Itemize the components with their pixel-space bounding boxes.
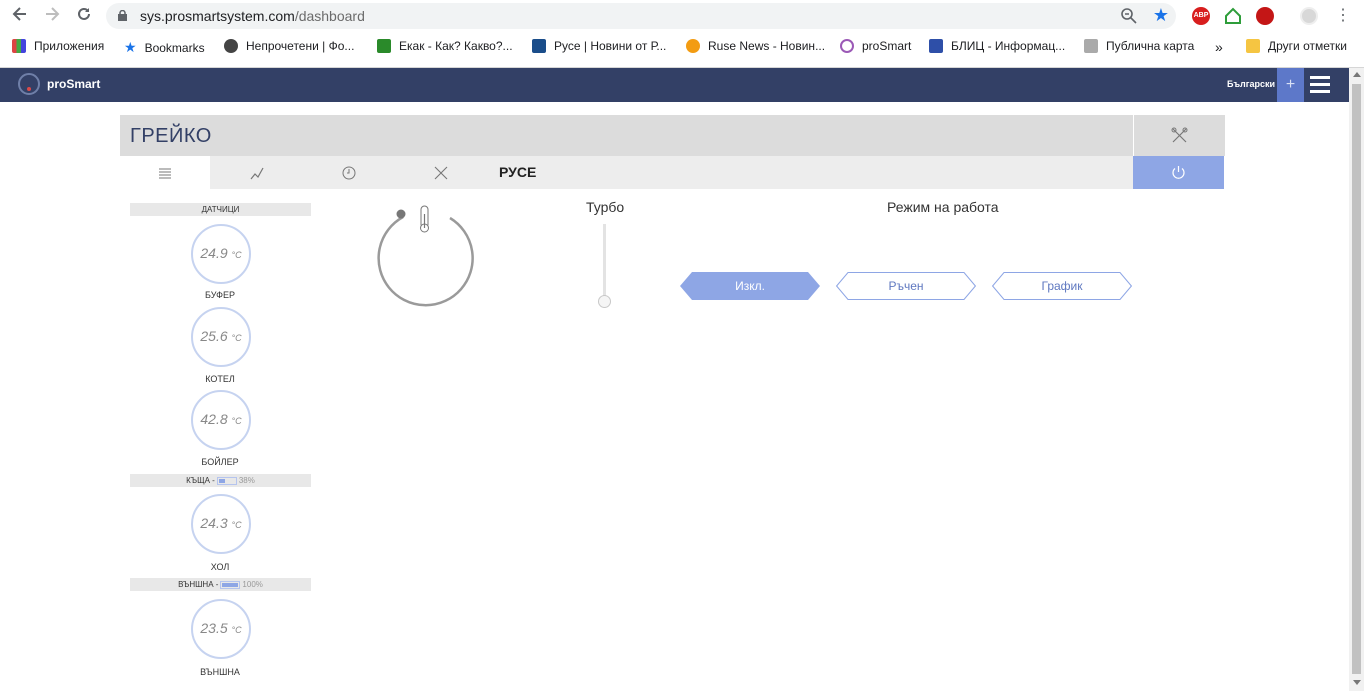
map-icon xyxy=(1084,39,1098,53)
turbo-label: Турбо xyxy=(586,199,625,215)
apps-grid-icon xyxy=(12,39,26,53)
tab-chart[interactable] xyxy=(212,156,302,189)
bookmark-other[interactable]: Други отметки xyxy=(1246,39,1347,53)
sensor-buffer[interactable]: 24.9 °C xyxy=(191,224,251,284)
device-title: ГРЕЙКО xyxy=(130,125,212,147)
bookmark-public-map[interactable]: Публична карта xyxy=(1084,39,1194,53)
sensor-outdoor-label: ВЪНШНА xyxy=(200,667,240,677)
forward-icon[interactable] xyxy=(40,5,64,27)
home-ext-icon[interactable] xyxy=(1224,7,1242,25)
sensor-boiler-value: 25.6 °C xyxy=(200,328,242,344)
device-tabs: РУСЕ xyxy=(120,156,1133,189)
more-icon: » xyxy=(1215,39,1223,55)
bookmark-blic[interactable]: БЛИЦ - Информац... xyxy=(929,39,1065,53)
battery-icon xyxy=(216,476,237,485)
clock-icon xyxy=(342,166,356,180)
mode-label: Режим на работа xyxy=(887,199,999,215)
list-icon xyxy=(159,168,171,179)
power-icon xyxy=(1172,166,1185,179)
device-settings-button[interactable] xyxy=(1134,115,1225,156)
hamburger-menu-icon[interactable] xyxy=(1310,76,1330,94)
tools-icon xyxy=(1171,127,1188,143)
prosmart-icon xyxy=(840,39,854,53)
app-header: proSmart Български + xyxy=(0,68,1349,102)
browser-toolbar: sys.prosmartsystem.com/dashboard ★ ABP ⋮ xyxy=(0,0,1364,33)
house-section-header: КЪЩА -38% xyxy=(130,474,311,487)
tab-tools[interactable] xyxy=(396,156,486,189)
sensor-buffer-value: 24.9 °C xyxy=(200,245,242,261)
site-d-icon xyxy=(532,39,546,53)
folder-icon xyxy=(1246,39,1260,53)
bookmark-ruse-news[interactable]: Ruse News - Новин... xyxy=(686,39,825,53)
add-button[interactable]: + xyxy=(1277,68,1304,102)
browser-menu-icon[interactable]: ⋮ xyxy=(1331,5,1355,27)
sensor-living-room-value: 24.3 °C xyxy=(200,515,242,531)
bookmark-unread[interactable]: Непрочетени | Фо... xyxy=(224,39,354,53)
turbo-slider-knob[interactable] xyxy=(598,295,611,308)
refresh-site-icon xyxy=(686,39,700,53)
power-button[interactable] xyxy=(1133,156,1224,189)
reload-icon[interactable] xyxy=(72,5,96,27)
sensors-section-header: ДАТЧИЦИ xyxy=(130,203,311,216)
tools-icon xyxy=(434,166,448,180)
site-icon xyxy=(377,39,391,53)
dial-handle[interactable] xyxy=(396,209,406,219)
chart-icon xyxy=(250,167,264,180)
tab-clock[interactable] xyxy=(304,156,394,189)
sensor-outdoor[interactable]: 23.5 °C xyxy=(191,599,251,659)
profile-avatar-icon[interactable] xyxy=(1300,7,1318,25)
device-location: РУСЕ xyxy=(499,164,537,180)
sensor-outdoor-value: 23.5 °C xyxy=(200,620,242,636)
outdoor-section-header: ВЪНШНА -100% xyxy=(130,578,311,591)
adblock-icon[interactable]: ABP xyxy=(1192,7,1210,25)
turbo-slider-track[interactable] xyxy=(603,224,606,300)
sensor-water-heater-value: 42.8 °C xyxy=(200,411,242,427)
mode-manual-button[interactable]: Ръчен xyxy=(836,272,976,300)
lock-icon xyxy=(118,10,127,21)
mode-off-button[interactable]: Изкл. xyxy=(680,272,820,300)
app-logo-text[interactable]: proSmart xyxy=(47,77,100,91)
bookmark-ruse[interactable]: Русе | Новини от Р... xyxy=(532,39,666,53)
mode-schedule-button[interactable]: График xyxy=(992,272,1132,300)
prosmart-logo-icon[interactable] xyxy=(18,73,40,95)
sensor-living-room-label: ХОЛ xyxy=(210,562,230,572)
back-icon[interactable] xyxy=(8,5,32,27)
bookmark-prosmart[interactable]: proSmart xyxy=(840,39,911,53)
globe-icon xyxy=(224,39,238,53)
url-text: sys.prosmartsystem.com/dashboard xyxy=(140,8,365,24)
star-icon: ★ xyxy=(124,39,137,55)
bookmarks-more[interactable]: » xyxy=(1215,39,1223,55)
tab-list[interactable] xyxy=(120,156,210,189)
thermostat-dial[interactable] xyxy=(372,204,476,308)
blic-icon xyxy=(929,39,943,53)
page-scrollbar[interactable] xyxy=(1349,68,1364,691)
zoom-icon[interactable] xyxy=(1120,7,1138,25)
bookmark-ekak[interactable]: Екак - Как? Какво?... xyxy=(377,39,513,53)
browser-chrome: sys.prosmartsystem.com/dashboard ★ ABP ⋮… xyxy=(0,0,1364,68)
sensor-boiler-label: КОТЕЛ xyxy=(205,374,235,384)
bookmarks-bar: Приложения ★ Bookmarks Непрочетени | Фо.… xyxy=(0,35,1364,61)
sensor-living-room[interactable]: 24.3 °C xyxy=(191,494,251,554)
address-bar[interactable]: sys.prosmartsystem.com/dashboard ★ xyxy=(106,3,1176,29)
scroll-thumb[interactable] xyxy=(1352,84,1361,674)
ublock-icon[interactable] xyxy=(1256,7,1274,25)
sensor-boiler[interactable]: 25.6 °C xyxy=(191,307,251,367)
device-title-bar: ГРЕЙКО xyxy=(120,115,1133,156)
sensor-water-heater[interactable]: 42.8 °C xyxy=(191,390,251,450)
scroll-down-arrow-icon[interactable] xyxy=(1353,680,1361,685)
sensor-buffer-label: БУФЕР xyxy=(205,290,235,300)
bookmark-star-icon[interactable]: ★ xyxy=(1153,5,1169,26)
battery-icon xyxy=(220,580,241,589)
sensor-water-heater-label: БОЙЛЕР xyxy=(201,457,239,467)
bookmark-apps[interactable]: Приложения xyxy=(12,39,104,53)
bookmark-bookmarks[interactable]: ★ Bookmarks xyxy=(124,39,205,56)
language-selector[interactable]: Български xyxy=(1227,79,1275,89)
thermometer-icon xyxy=(420,205,429,233)
scroll-up-arrow-icon[interactable] xyxy=(1353,72,1361,77)
